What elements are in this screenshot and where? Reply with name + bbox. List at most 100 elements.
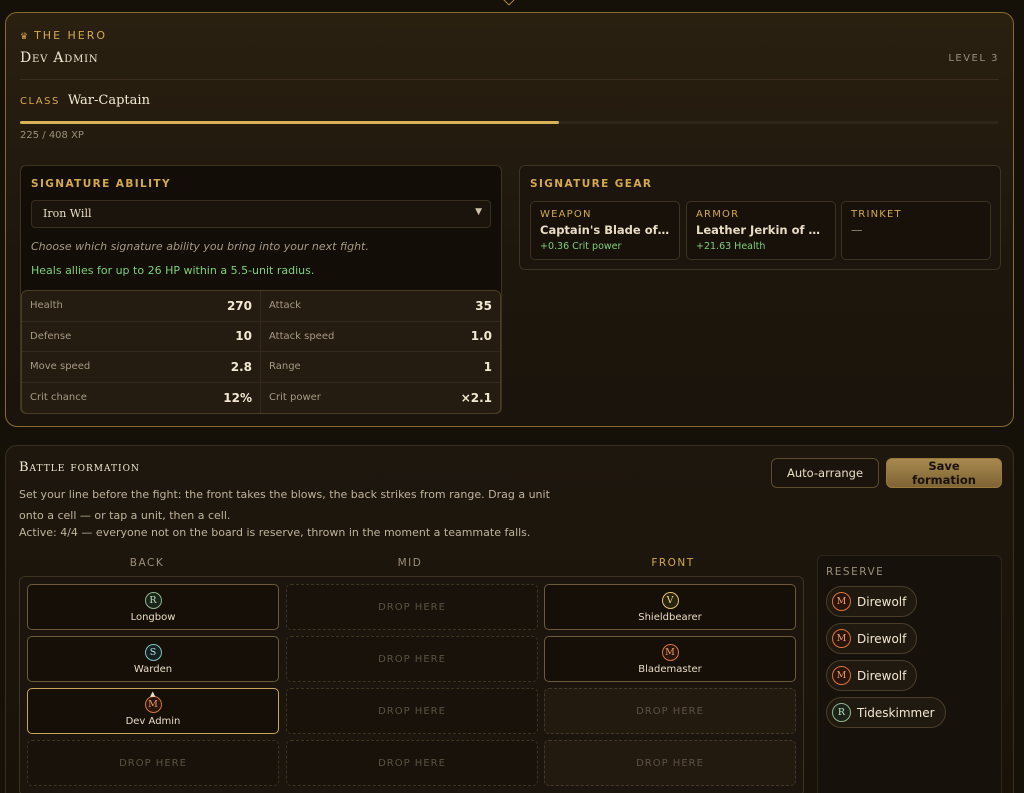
drop-here-label: DROP HERE xyxy=(378,705,446,717)
save-formation-button[interactable]: Save formation xyxy=(886,458,1002,488)
unit-token-icon: S xyxy=(144,643,162,661)
stat-value: 2.8 xyxy=(230,359,252,374)
stat-value: 270 xyxy=(226,298,252,313)
crown-icon: ♛ xyxy=(20,32,31,42)
board-cell-back-1[interactable]: R Longbow xyxy=(27,584,279,630)
gear-slot-armor[interactable]: ARMOR Leather Jerkin of V... +21.63 Heal… xyxy=(686,201,836,260)
ability-title: SIGNATURE ABILITY xyxy=(31,178,171,190)
stat-value: ×2.1 xyxy=(460,390,492,405)
stat-label: Crit chance xyxy=(30,392,87,404)
reserve-unit-chip[interactable]: M Direwolf xyxy=(826,623,918,654)
reserve-unit-name: Tideskimmer xyxy=(857,705,935,720)
gear-type: ARMOR xyxy=(696,209,740,220)
reserve-unit-chip[interactable]: M Direwolf xyxy=(826,660,918,691)
hero-level: LEVEL 3 xyxy=(948,53,999,64)
stat-health: Health 270 xyxy=(22,291,261,322)
stat-label: Defense xyxy=(30,330,72,342)
board-cell-mid-4[interactable]: DROP HERE xyxy=(286,740,538,786)
reserve-unit-chip[interactable]: R Tideskimmer xyxy=(826,697,946,728)
stat-label: Move speed xyxy=(30,361,91,373)
stat-label: Attack xyxy=(269,300,301,312)
stat-value: 1 xyxy=(483,359,492,374)
stat-crit-chance: Crit chance 12% xyxy=(22,382,261,413)
board-cell-front-2[interactable]: M Blademaster xyxy=(544,636,796,682)
unit-token-icon: M xyxy=(832,629,851,648)
stat-attack-speed: Attack speed 1.0 xyxy=(261,322,500,352)
unit-token-icon: M xyxy=(832,592,851,611)
stat-value: 10 xyxy=(235,329,252,344)
gear-type: TRINKET xyxy=(851,209,902,220)
xp-bar-fill xyxy=(20,121,560,124)
formation-active-count: Active: 4/4 — everyone not on the board … xyxy=(19,526,531,539)
unit-token-icon: M xyxy=(832,666,851,685)
drop-here-label: DROP HERE xyxy=(378,757,446,769)
unit-token-icon: M xyxy=(144,695,162,713)
gear-type: WEAPON xyxy=(540,209,592,220)
drop-here-label: DROP HERE xyxy=(636,757,704,769)
reserve-title: RESERVE xyxy=(826,566,885,578)
stat-defense: Defense 10 xyxy=(22,321,261,352)
reserve-unit-name: Direwolf xyxy=(857,668,907,683)
board-cell-back-2[interactable]: S Warden xyxy=(27,636,279,682)
column-header-front: FRONT xyxy=(651,557,695,569)
unit-name: Shieldbearer xyxy=(638,611,702,623)
formation-help: Set your line before the fight: the fron… xyxy=(19,488,550,522)
reserve-unit-name: Direwolf xyxy=(857,631,907,646)
unit-token-icon: V xyxy=(661,591,679,609)
class-value: War-Captain xyxy=(67,93,150,108)
board-cell-front-1[interactable]: V Shieldbearer xyxy=(544,584,796,630)
hero-name: Dev Admin xyxy=(20,50,99,66)
xp-bar xyxy=(20,121,999,124)
ability-hint: Choose which signature ability you bring… xyxy=(31,240,369,253)
stat-attack: Attack 35 xyxy=(261,291,500,322)
xp-text: 225 / 408 XP xyxy=(20,130,84,141)
reserve-unit-chip[interactable]: M Direwolf xyxy=(826,586,918,617)
gear-slot-trinket[interactable]: TRINKET — xyxy=(841,201,991,260)
hero-marker-icon: ▲ xyxy=(150,690,156,698)
gear-slot-weapon[interactable]: WEAPON Captain's Blade of ... +0.36 Crit… xyxy=(530,201,680,260)
signature-ability-box: SIGNATURE ABILITY Iron Will ▼ Choose whi… xyxy=(20,165,502,414)
stat-crit-power: Crit power ×2.1 xyxy=(261,383,500,414)
stat-range: Range 1 xyxy=(261,352,500,383)
stat-value: 35 xyxy=(475,298,492,313)
unit-token-icon: R xyxy=(832,703,851,722)
drop-here-label: DROP HERE xyxy=(378,601,446,613)
unit-name: Blademaster xyxy=(638,663,702,675)
column-header-back: BACK xyxy=(129,557,165,569)
stat-move-speed: Move speed 2.8 xyxy=(22,352,261,383)
divider xyxy=(20,79,999,80)
stat-value: 12% xyxy=(223,390,252,405)
top-ornament xyxy=(503,0,515,6)
board-cell-back-4[interactable]: DROP HERE xyxy=(27,740,279,786)
board-cell-mid-3[interactable]: DROP HERE xyxy=(286,688,538,734)
board-cell-front-4[interactable]: DROP HERE xyxy=(544,740,796,786)
board-cell-back-3[interactable]: ▲ M Dev Admin xyxy=(27,688,279,734)
board-cell-front-3[interactable]: DROP HERE xyxy=(544,688,796,734)
gear-name: — xyxy=(851,223,863,237)
unit-token-icon: M xyxy=(661,643,679,661)
gear-name: Leather Jerkin of V... xyxy=(696,223,826,237)
formation-title: Battle formation xyxy=(19,460,140,475)
reserve-unit-name: Direwolf xyxy=(857,594,907,609)
auto-arrange-button[interactable]: Auto-arrange xyxy=(771,458,879,488)
ability-description: Heals allies for up to 26 HP within a 5.… xyxy=(31,264,315,277)
class-row: CLASS War-Captain xyxy=(20,93,150,108)
gear-stat: +21.63 Health xyxy=(696,241,766,252)
stat-label: Crit power xyxy=(269,392,321,404)
drop-here-label: DROP HERE xyxy=(119,757,187,769)
hero-eyebrow: ♛ THE HERO xyxy=(20,29,108,42)
board-cell-mid-1[interactable]: DROP HERE xyxy=(286,584,538,630)
signature-gear-box: SIGNATURE GEAR WEAPON Captain's Blade of… xyxy=(519,165,1001,270)
unit-name: Longbow xyxy=(130,611,176,623)
ability-select[interactable]: Iron Will ▼ xyxy=(31,200,491,228)
drop-here-label: DROP HERE xyxy=(378,653,446,665)
drop-here-label: DROP HERE xyxy=(636,705,704,717)
stat-label: Health xyxy=(30,300,63,312)
unit-token-icon: R xyxy=(144,591,162,609)
battle-formation-panel: Battle formation Set your line before th… xyxy=(5,445,1014,793)
class-label: CLASS xyxy=(20,96,60,107)
stats-grid: Health 270 Attack 35 Defense 10 Attack spee… xyxy=(21,290,501,414)
gear-stat: +0.36 Crit power xyxy=(540,241,622,252)
board-cell-mid-2[interactable]: DROP HERE xyxy=(286,636,538,682)
chevron-down-icon: ▼ xyxy=(475,207,482,217)
